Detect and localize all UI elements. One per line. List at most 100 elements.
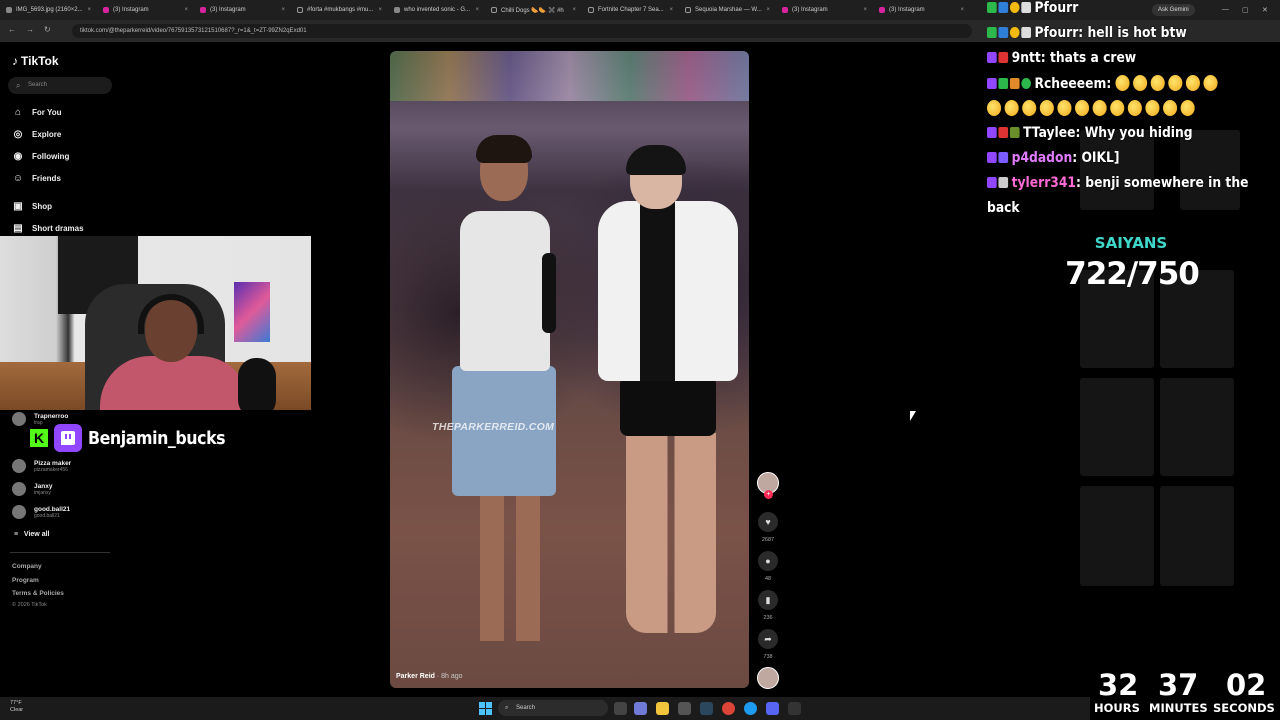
instagram-icon — [200, 7, 206, 13]
close-tab-icon[interactable]: × — [378, 7, 382, 13]
browser-tab[interactable]: (3) Instagram × — [97, 0, 194, 20]
footer-link-terms[interactable]: Terms & Policies — [12, 590, 64, 597]
close-tab-icon[interactable]: × — [960, 7, 964, 13]
bookmark-icon[interactable]: ▮ — [758, 590, 778, 610]
nav-item-shop[interactable]: ▣ Shop — [12, 201, 52, 212]
laughing-emote-icon — [1168, 75, 1183, 91]
maximize-icon[interactable]: ▢ — [1242, 6, 1249, 14]
crew-badge-icon — [998, 152, 1009, 163]
task-view-icon[interactable] — [614, 702, 627, 715]
view-all-link[interactable]: ≡ View all — [14, 531, 49, 538]
taskbar-search-input[interactable]: ⌕ Search — [498, 700, 608, 716]
tiktok-logo[interactable]: ♪ TikTok — [12, 54, 59, 68]
laughing-emote-icon — [1075, 100, 1090, 116]
search-input[interactable]: ⌕ Search — [8, 77, 112, 94]
browser-tab[interactable]: (3) Instagram × — [194, 0, 291, 20]
instagram-icon — [879, 7, 885, 13]
home-icon: ⌂ — [14, 107, 22, 118]
string-lights — [390, 51, 749, 101]
nav-item-for-you[interactable]: ⌂ For You — [12, 107, 62, 118]
close-tab-icon[interactable]: × — [669, 7, 673, 13]
bits-badge-icon — [1009, 2, 1020, 13]
film-icon: ▤ — [13, 223, 23, 234]
twitch-username: Benjamin_bucks — [88, 427, 226, 449]
url-field[interactable]: tiktok.com/@theparkerreid/video/76759135… — [72, 24, 972, 38]
reload-icon[interactable]: ↻ — [44, 25, 51, 34]
list-icon: ≡ — [14, 531, 24, 538]
mod-badge-icon — [1021, 2, 1031, 13]
nav-item-short-dramas[interactable]: ▤ Short dramas — [12, 223, 83, 234]
browser-tab[interactable]: Fortnite Chapter 7 Sea... × — [582, 0, 679, 20]
footer-link-program[interactable]: Program — [12, 577, 39, 584]
laughing-emote-icon — [1145, 100, 1160, 116]
microphone — [238, 358, 276, 410]
minimize-icon[interactable]: — — [1222, 6, 1229, 13]
steam-icon[interactable] — [700, 702, 713, 715]
laughing-emote-icon — [1163, 100, 1178, 116]
share-icon[interactable]: ➦ — [758, 629, 778, 649]
settings-gear-icon[interactable] — [678, 702, 691, 715]
sound-avatar[interactable] — [757, 667, 779, 689]
sub-goal-label: SAIYANS — [1094, 234, 1168, 252]
following-account[interactable]: Janxy imjanxy — [12, 482, 52, 496]
following-account[interactable]: Pizza maker pizzamaker456 — [12, 459, 71, 473]
tiktok-icon — [685, 7, 691, 13]
forward-icon[interactable]: → — [26, 25, 34, 34]
close-tab-icon[interactable]: × — [475, 7, 479, 13]
laughing-emote-icon — [1180, 100, 1195, 116]
nav-item-following[interactable]: ◉ Following — [12, 151, 70, 162]
discord-icon[interactable] — [766, 702, 779, 715]
comment-count: 48 — [764, 576, 772, 582]
close-window-icon[interactable]: ✕ — [1262, 6, 1268, 14]
nav-item-explore[interactable]: ◎ Explore — [12, 129, 62, 140]
orb-badge-icon — [1021, 78, 1031, 89]
following-icon: ◉ — [13, 151, 23, 162]
instagram-icon — [782, 7, 788, 13]
comment-icon[interactable]: ● — [758, 551, 778, 571]
browser-tab[interactable]: IMG_5693.jpg (2160×2... × — [0, 0, 97, 20]
sub-badge-icon — [987, 52, 997, 63]
tiktok-icon — [491, 7, 497, 13]
video-player[interactable]: THEPARKERREID.COM Parker Reid · 8h ago — [390, 51, 749, 688]
avatar — [12, 412, 26, 426]
sub-badge-icon — [998, 2, 1009, 13]
file-explorer-icon[interactable] — [656, 702, 669, 715]
chrome-icon[interactable] — [722, 702, 735, 715]
nav-item-friends[interactable]: ☺ Friends — [12, 173, 61, 184]
edge-icon[interactable] — [744, 702, 757, 715]
browser-tab[interactable]: (3) Instagram × — [776, 0, 873, 20]
chat-message: tylerr341: benji somewhere in the — [987, 175, 1248, 191]
timer-seconds: 02 — [1226, 668, 1267, 702]
browser-tab[interactable]: Chilli Dogs 🌭🌭 ✖️ #h × — [485, 0, 582, 20]
like-heart-icon[interactable]: ♥ — [758, 512, 778, 532]
interviewee — [590, 145, 740, 671]
browser-tab[interactable]: (3) Instagram × — [873, 0, 970, 20]
timer-seconds-label: SECONDS — [1213, 701, 1275, 715]
back-icon[interactable]: ← — [8, 25, 16, 34]
close-tab-icon[interactable]: × — [87, 7, 91, 13]
avatar — [12, 459, 26, 473]
obs-icon[interactable] — [788, 702, 801, 715]
footer-link-company[interactable]: Company — [12, 563, 42, 570]
streamer-webcam — [0, 236, 311, 410]
video-author[interactable]: Parker Reid · 8h ago — [396, 673, 463, 680]
ask-gemini-button[interactable]: Ask Gemini — [1152, 4, 1195, 16]
browser-tab[interactable]: who invented sonic - G... × — [388, 0, 485, 20]
close-tab-icon[interactable]: × — [863, 7, 867, 13]
chat-message: TTaylee: Why you hiding — [987, 125, 1193, 141]
weather-widget[interactable]: 77°F Clear — [10, 700, 23, 714]
close-tab-icon[interactable]: × — [281, 7, 285, 13]
close-tab-icon[interactable]: × — [766, 7, 770, 13]
avatar — [12, 482, 26, 496]
browser-tab[interactable]: #forta #mukbangs #mu... × — [291, 0, 388, 20]
windows-start-icon[interactable] — [479, 702, 492, 715]
following-account[interactable]: good.ball21 good.ball21 — [12, 505, 70, 519]
instagram-icon — [103, 7, 109, 13]
check-badge-icon — [998, 78, 1009, 89]
close-tab-icon[interactable]: × — [184, 7, 188, 13]
browser-tab[interactable]: Sequoia Marshae — W... × — [679, 0, 776, 20]
close-tab-icon[interactable]: × — [572, 7, 576, 13]
copilot-icon[interactable] — [634, 702, 647, 715]
follow-plus-icon[interactable]: + — [764, 490, 773, 499]
tiktok-icon — [588, 7, 594, 13]
